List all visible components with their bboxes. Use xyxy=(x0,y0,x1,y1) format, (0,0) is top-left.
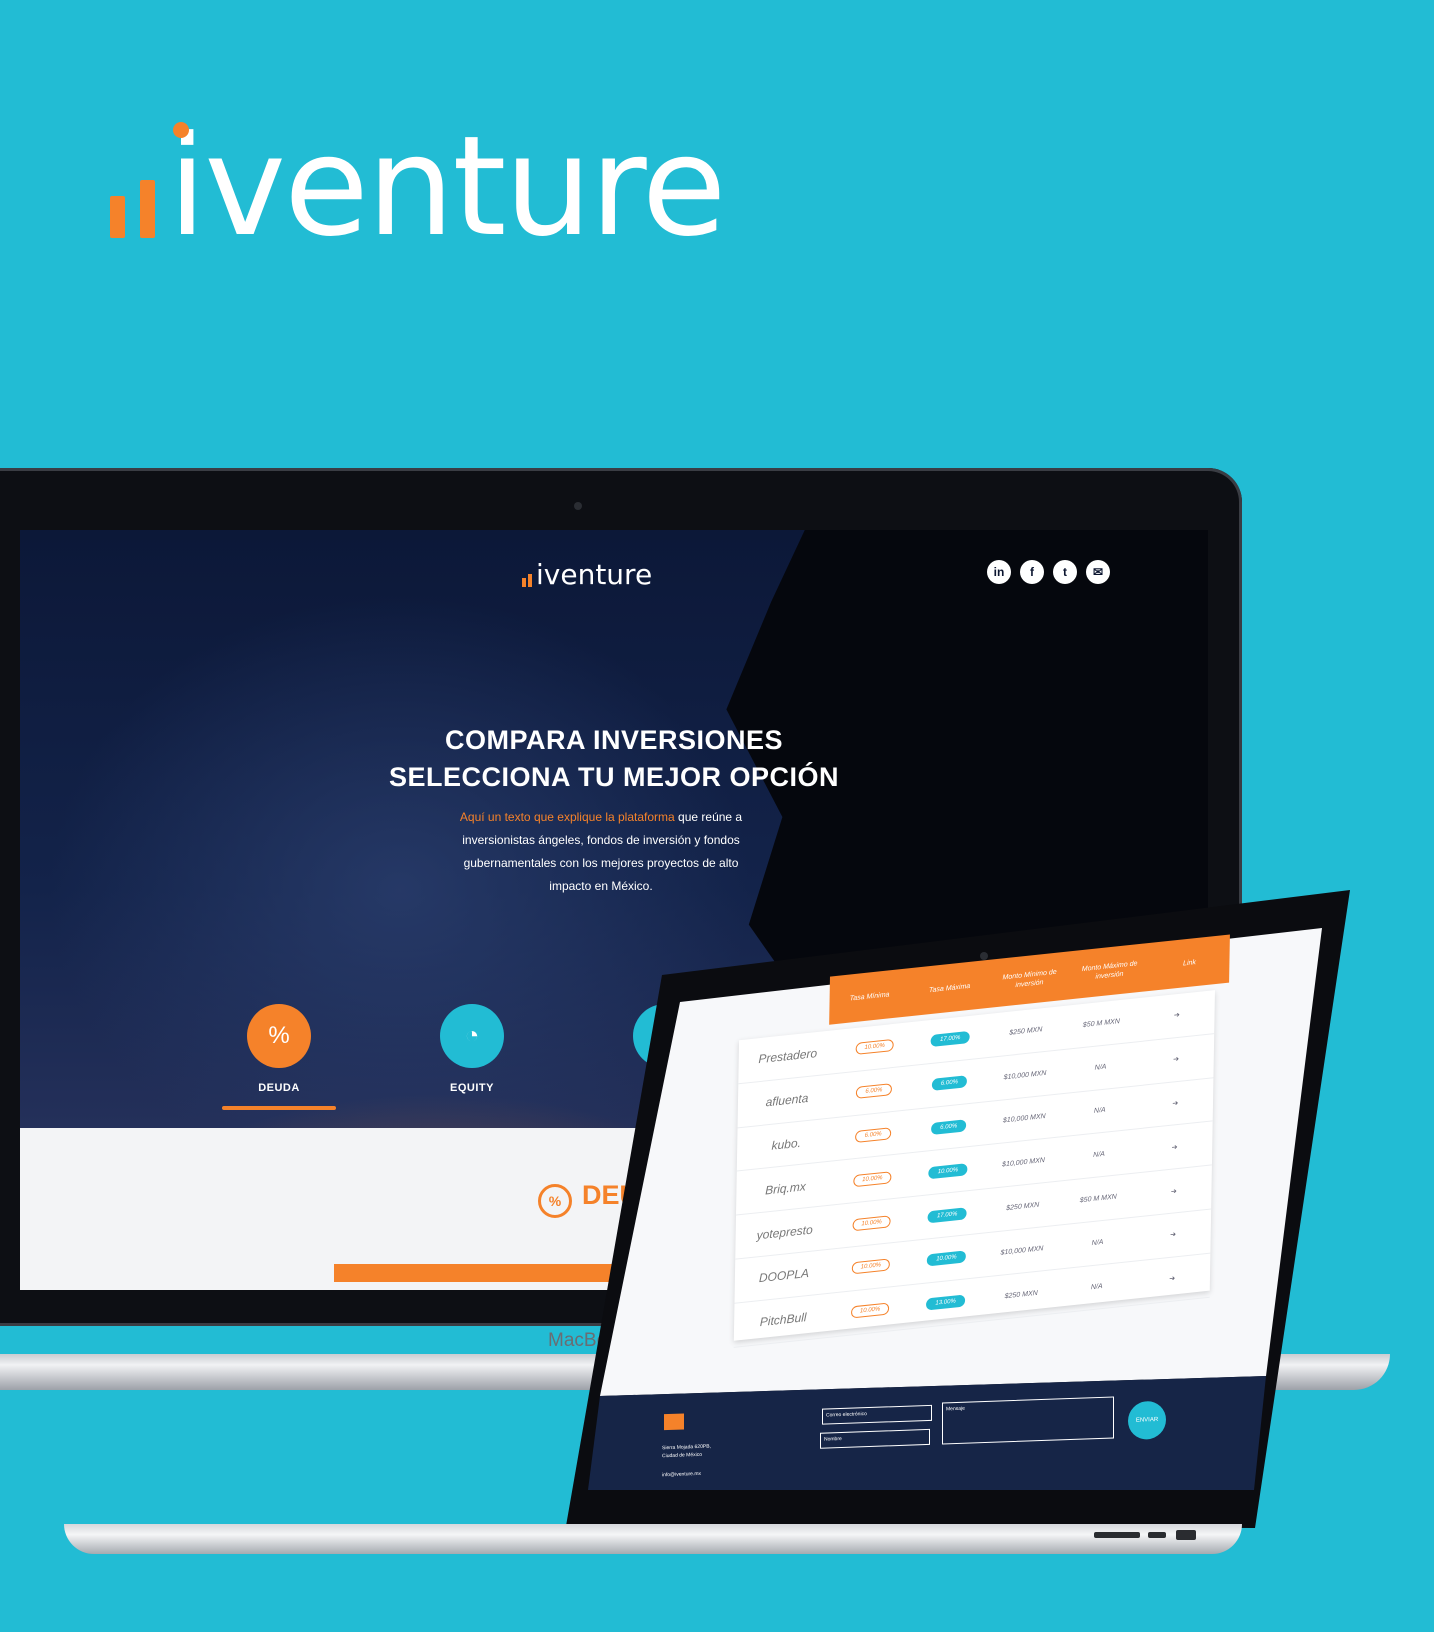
min-rate-badge: 6.00% xyxy=(855,1127,891,1143)
contact-form: Sierra Mojada 620PB, Ciudad de México in… xyxy=(612,1388,1252,1490)
brand-wordmark: iventure xyxy=(168,106,727,267)
platform-logo: Prestadero xyxy=(758,1046,818,1067)
twitter-icon[interactable]: t xyxy=(1053,560,1077,584)
max-rate-badge: 13.00% xyxy=(926,1294,965,1311)
contact-email[interactable]: info@iventure.mx xyxy=(662,1471,701,1478)
laptop-front-base xyxy=(64,1524,1242,1554)
external-link-icon[interactable]: ➔ xyxy=(1135,1227,1211,1243)
linkedin-icon[interactable]: in xyxy=(987,560,1011,584)
email-field[interactable]: Correo electrónico xyxy=(822,1404,932,1425)
min-rate-badge: 10.00% xyxy=(855,1039,894,1056)
header-logo-text: iventure xyxy=(536,558,653,591)
max-rate-badge: 17.00% xyxy=(930,1031,970,1048)
max-rate-badge: 10.00% xyxy=(927,1250,966,1267)
min-rate-badge: 10.00% xyxy=(853,1170,892,1188)
column-header: Tasa Mínima xyxy=(849,990,890,1003)
mail-icon[interactable]: ✉ xyxy=(1086,560,1110,584)
refresh-icon: ↻ xyxy=(633,1004,697,1068)
percent-icon: % xyxy=(247,1004,311,1068)
pie-chart-icon: ◔ xyxy=(440,1004,504,1068)
min-amount: $10,000 MXN xyxy=(1000,1245,1044,1257)
min-amount: $10,000 MXN xyxy=(1003,1069,1047,1082)
logo-bar xyxy=(522,578,526,587)
device-label: MacBo xyxy=(548,1330,608,1351)
comparison-table: Tasa Mínima Tasa Máxima Monto Mínimo de … xyxy=(715,929,1282,1369)
address: Sierra Mojada 620PB, Ciudad de México xyxy=(662,1441,742,1460)
envelope-icon xyxy=(664,1413,684,1431)
category-prod[interactable]: ↻ PROD xyxy=(600,1004,730,1094)
port xyxy=(1148,1532,1166,1538)
min-amount: $10,000 MXN xyxy=(1002,1157,1045,1169)
hero-title-line1: COMPARA INVERSIONES xyxy=(444,725,784,755)
min-amount: $250 MXN xyxy=(1009,1026,1043,1037)
laptop-back-base xyxy=(0,1354,1390,1390)
max-amount: N/A xyxy=(1093,1150,1105,1160)
address-line: Ciudad de México xyxy=(662,1451,703,1460)
logo-bar xyxy=(140,180,155,238)
min-rate-badge: 6.00% xyxy=(856,1083,892,1100)
logo-dot xyxy=(173,122,189,138)
platform-logo: yotepresto xyxy=(756,1222,813,1242)
hero-description: Aquí un texto que explique la plataforma… xyxy=(456,806,746,898)
logo-bar xyxy=(110,196,125,238)
max-amount: N/A xyxy=(1090,1282,1103,1291)
port xyxy=(1176,1530,1196,1540)
max-rate-badge: 6.00% xyxy=(931,1119,967,1135)
section-title: DEUD xyxy=(582,1180,659,1210)
max-amount: N/A xyxy=(1094,1063,1107,1072)
category-label: EQUITY xyxy=(450,1082,494,1094)
column-header: Monto Mínimo de inversión xyxy=(1002,968,1057,990)
column-header: Tasa Máxima xyxy=(928,982,971,994)
min-rate-badge: 10.00% xyxy=(851,1258,891,1275)
hero-title: COMPARA INVERSIONES SELECCIONA TU MEJOR … xyxy=(20,722,1208,796)
send-button[interactable]: ENVIAR xyxy=(1128,1400,1166,1440)
table-body: Prestadero 10.00% 17.00% $250 MXN $50 M … xyxy=(733,990,1215,1348)
max-rate-badge: 17.00% xyxy=(927,1206,967,1223)
hero-description-highlight: Aquí un texto que explique la plataforma xyxy=(459,810,675,824)
percent-icon: % xyxy=(538,1184,572,1218)
logo-bar xyxy=(528,574,532,587)
social-links: in f t ✉ xyxy=(987,560,1110,584)
min-amount: $10,000 MXN xyxy=(1002,1113,1046,1125)
external-link-icon[interactable]: ➔ xyxy=(1138,1051,1214,1067)
min-rate-badge: 10.00% xyxy=(850,1302,890,1319)
max-amount: N/A xyxy=(1093,1107,1106,1116)
max-amount: $50 M MXN xyxy=(1082,1017,1120,1029)
webcam xyxy=(574,502,582,510)
external-link-icon[interactable]: ➔ xyxy=(1139,1008,1215,1024)
max-amount: $50 M MXN xyxy=(1079,1193,1117,1205)
platform-logo: DOOPLA xyxy=(758,1266,810,1286)
platform-logo: afluenta xyxy=(765,1091,809,1110)
max-rate-badge: 6.00% xyxy=(931,1075,968,1092)
max-amount: N/A xyxy=(1091,1238,1104,1247)
external-link-icon[interactable]: ➔ xyxy=(1137,1139,1213,1155)
message-field[interactable]: Mensaje xyxy=(942,1396,1114,1445)
section-table-header xyxy=(334,1264,734,1282)
min-amount: $250 MXN xyxy=(1006,1201,1040,1213)
external-link-icon[interactable]: ➔ xyxy=(1137,1095,1213,1111)
min-amount: $250 MXN xyxy=(1004,1289,1038,1300)
column-header: Link xyxy=(1183,958,1196,967)
category-label: DEUDA xyxy=(258,1082,300,1094)
port xyxy=(1094,1532,1140,1538)
category-deuda[interactable]: % DEUDA xyxy=(214,1004,344,1110)
webcam xyxy=(980,952,988,960)
category-equity[interactable]: ◔ EQUITY xyxy=(407,1004,537,1094)
facebook-icon[interactable]: f xyxy=(1020,560,1044,584)
platform-logo: Briq.mx xyxy=(765,1178,806,1198)
name-field[interactable]: Nombre xyxy=(820,1428,930,1449)
external-link-icon[interactable]: ➔ xyxy=(1134,1271,1210,1287)
column-header: Monto Máximo de inversión xyxy=(1081,960,1138,981)
platform-logo: PitchBull xyxy=(759,1310,807,1330)
external-link-icon[interactable]: ➔ xyxy=(1136,1183,1212,1199)
platform-logo: kubo. xyxy=(771,1135,802,1153)
hero-title-line2: SELECCIONA TU MEJOR OPCIÓN xyxy=(388,762,840,792)
category-label: PROD xyxy=(648,1082,682,1094)
max-rate-badge: 10.00% xyxy=(928,1162,968,1180)
active-tab-underline xyxy=(222,1106,336,1110)
min-rate-badge: 10.00% xyxy=(852,1214,891,1231)
